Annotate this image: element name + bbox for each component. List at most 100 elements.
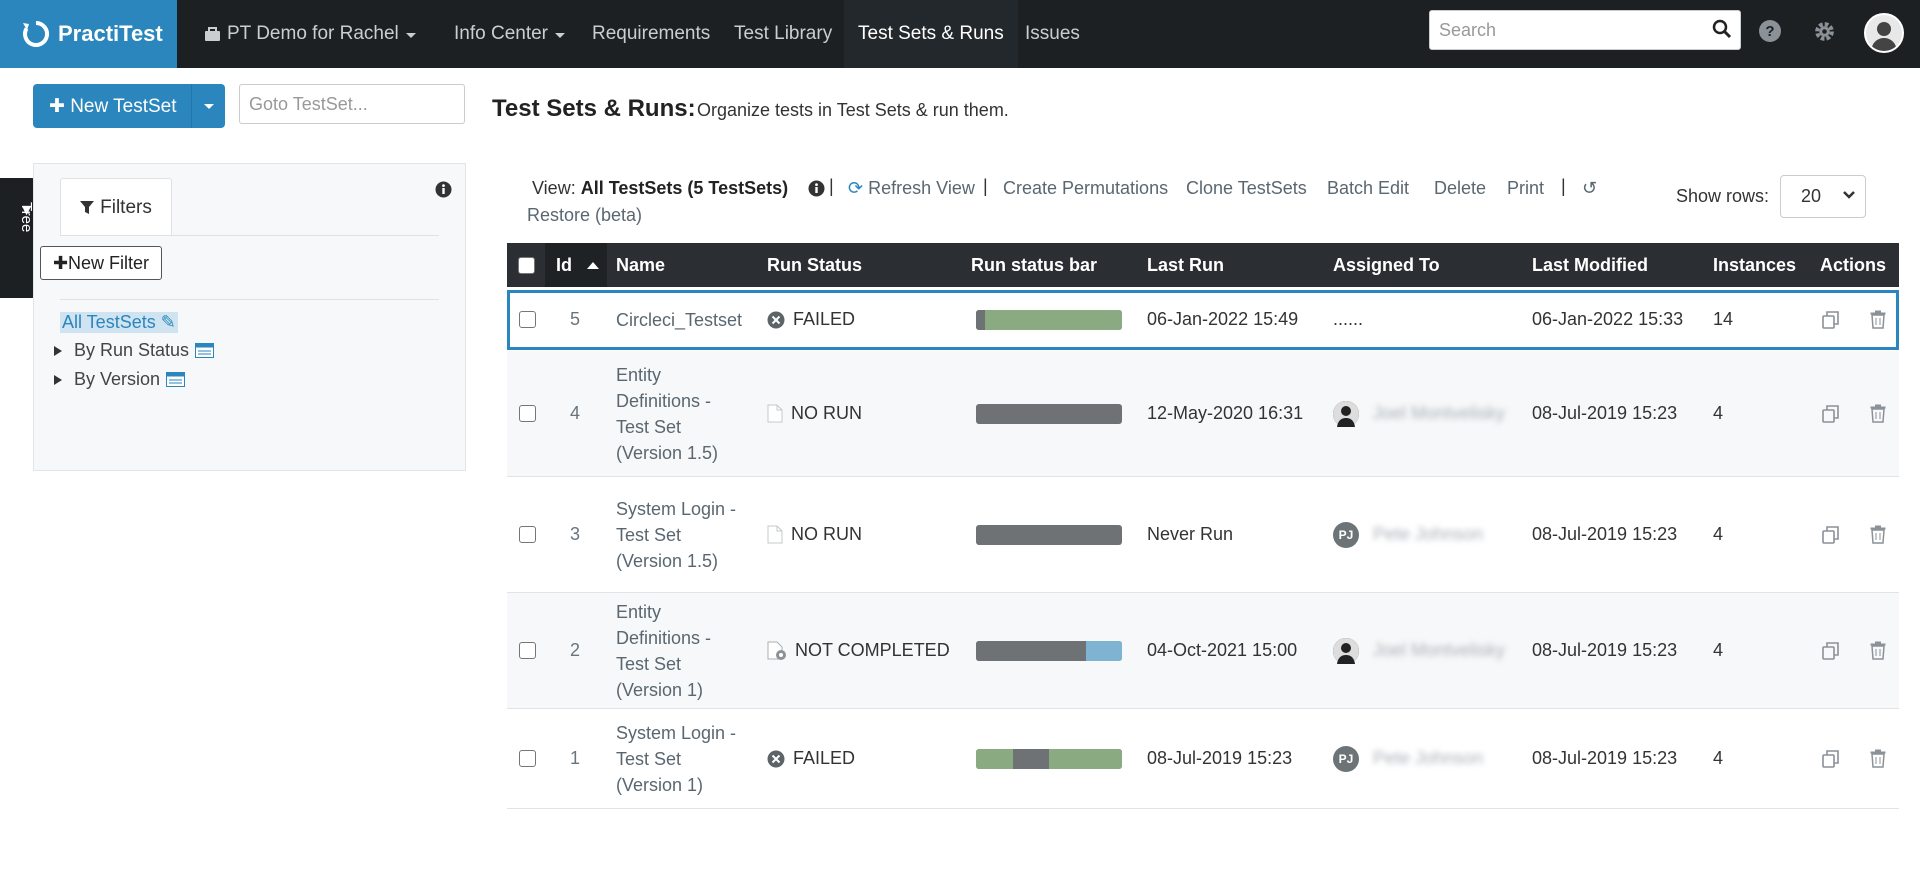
testset-name-link[interactable]: System Login - Test Set (Version 1.5) bbox=[616, 477, 736, 592]
instances-count: 4 bbox=[1713, 524, 1724, 544]
info-icon[interactable] bbox=[808, 180, 825, 197]
clone-icon[interactable] bbox=[1821, 404, 1841, 430]
show-rows-select[interactable]: 20 bbox=[1780, 175, 1866, 218]
undo-icon[interactable]: ↺ bbox=[1582, 178, 1597, 199]
panel-divider bbox=[60, 299, 439, 300]
pencil-icon[interactable]: ✎ bbox=[161, 312, 176, 332]
gear-icon[interactable] bbox=[1812, 19, 1837, 44]
run-status-bar bbox=[976, 477, 1122, 592]
create-permutations-link[interactable]: Create Permutations bbox=[1003, 178, 1168, 199]
assignee-name: ...... bbox=[1333, 309, 1364, 329]
run-status-bar bbox=[976, 351, 1122, 476]
view-name: All TestSets (5 TestSets) bbox=[580, 178, 789, 198]
table-row[interactable]: 3 System Login - Test Set (Version 1.5) NO R… bbox=[507, 477, 1899, 593]
filters-tab-label: Filters bbox=[100, 196, 152, 218]
last-modified: 08-Jul-2019 15:23 bbox=[1532, 640, 1678, 660]
row-checkbox[interactable] bbox=[519, 750, 536, 767]
header-last-run[interactable]: Last Run bbox=[1147, 243, 1224, 287]
new-testset-dropdown[interactable] bbox=[191, 84, 225, 128]
header-run-status-bar[interactable]: Run status bar bbox=[971, 243, 1097, 287]
row-select-cell bbox=[519, 351, 536, 476]
table-row[interactable]: 1 System Login - Test Set (Version 1) FAILED… bbox=[507, 709, 1899, 809]
row-checkbox[interactable] bbox=[519, 405, 536, 422]
page-subtitle: Organize tests in Test Sets & run them. bbox=[697, 100, 1009, 120]
table-row[interactable]: 4 Entity Definitions - Test Set (Version 1.5… bbox=[507, 351, 1899, 477]
top-navbar: PractiTest PT Demo for Rachel Info Cente… bbox=[0, 0, 1920, 68]
project-selector[interactable]: PT Demo for Rachel bbox=[204, 0, 416, 68]
search-icon[interactable] bbox=[1712, 19, 1732, 39]
testset-name-link[interactable]: Circleci_Testset bbox=[616, 290, 742, 349]
name-line: Test Set bbox=[616, 416, 682, 437]
clone-icon[interactable] bbox=[1821, 749, 1841, 775]
help-icon[interactable]: ? bbox=[1758, 19, 1782, 43]
delete-link[interactable]: Delete bbox=[1434, 178, 1486, 199]
name-line: System Login - bbox=[616, 498, 737, 519]
row-select-cell bbox=[519, 477, 536, 592]
status-bar bbox=[976, 748, 1122, 769]
header-instances[interactable]: Instances bbox=[1713, 243, 1796, 287]
trash-icon[interactable] bbox=[1870, 749, 1886, 774]
row-checkbox[interactable] bbox=[519, 642, 536, 659]
filter-all-testsets[interactable]: All TestSets ✎ bbox=[60, 312, 178, 333]
new-testset-main[interactable]: ✚ New TestSet bbox=[33, 95, 191, 118]
filter-node-run-status[interactable]: By Run Status bbox=[54, 340, 215, 361]
page-title: Test Sets & Runs: bbox=[492, 95, 696, 122]
filters-panel: Filters ✚ New Filter All TestSets ✎ By R… bbox=[33, 163, 466, 471]
header-name[interactable]: Name bbox=[616, 243, 665, 287]
info-icon[interactable] bbox=[435, 181, 452, 198]
row-checkbox[interactable] bbox=[519, 311, 536, 328]
expand-arrow-icon[interactable] bbox=[54, 374, 62, 385]
name-line: (Version 1) bbox=[616, 774, 704, 795]
search-input[interactable] bbox=[1430, 11, 1700, 49]
separator: | bbox=[1561, 176, 1566, 196]
nav-requirements[interactable]: Requirements bbox=[592, 0, 710, 68]
assignee-avatar bbox=[1333, 400, 1359, 427]
filters-tab[interactable]: Filters bbox=[60, 178, 172, 236]
trash-icon[interactable] bbox=[1870, 404, 1886, 429]
project-name: PT Demo for Rachel bbox=[227, 23, 399, 44]
refresh-view-link[interactable]: ⟳ Refresh View bbox=[848, 178, 975, 199]
last-run: 06-Jan-2022 15:49 bbox=[1147, 309, 1299, 329]
print-link[interactable]: Print bbox=[1507, 178, 1544, 199]
testset-name-link[interactable]: Entity Definitions - Test Set (Version 1) bbox=[616, 593, 711, 708]
clone-testsets-link[interactable]: Clone TestSets bbox=[1186, 178, 1307, 199]
new-filter-button[interactable]: ✚ New Filter bbox=[40, 246, 162, 280]
table-row[interactable]: 2 Entity Definitions - Test Set (Version 1) N… bbox=[507, 593, 1899, 709]
name-line: Test Set bbox=[616, 653, 682, 674]
name-line: Definitions - bbox=[616, 390, 712, 411]
nav-info-center[interactable]: Info Center bbox=[454, 0, 565, 68]
table-row[interactable]: 5 Circleci_Testset FAILED 06-Jan-2022 15:49… bbox=[507, 290, 1899, 350]
nav-issues[interactable]: Issues bbox=[1025, 0, 1080, 68]
run-status-bar bbox=[976, 709, 1122, 808]
nav-test-library[interactable]: Test Library bbox=[734, 0, 832, 68]
show-rows-label: Show rows: bbox=[1676, 186, 1770, 206]
view-selector[interactable]: View: All TestSets (5 TestSets) bbox=[532, 178, 788, 199]
filter-node-version[interactable]: By Version bbox=[54, 369, 186, 390]
run-status: NOT COMPLETED bbox=[767, 593, 950, 708]
clone-icon[interactable] bbox=[1821, 641, 1841, 667]
testset-name-link[interactable]: System Login - Test Set (Version 1) bbox=[616, 709, 736, 808]
row-checkbox[interactable] bbox=[519, 526, 536, 543]
expand-arrow-icon[interactable] bbox=[54, 345, 62, 356]
filter-tree-toggle[interactable]: ▼ Filter Tree bbox=[0, 178, 52, 298]
header-assigned-to[interactable]: Assigned To bbox=[1333, 243, 1440, 287]
trash-icon[interactable] bbox=[1870, 525, 1886, 550]
clone-icon[interactable] bbox=[1821, 525, 1841, 551]
trash-icon[interactable] bbox=[1870, 641, 1886, 666]
trash-icon[interactable] bbox=[1870, 310, 1886, 335]
goto-testset-input[interactable] bbox=[239, 84, 465, 124]
batch-edit-link[interactable]: Batch Edit bbox=[1327, 178, 1409, 199]
select-all-checkbox[interactable] bbox=[517, 256, 535, 274]
new-testset-button[interactable]: ✚ New TestSet bbox=[33, 84, 225, 128]
testset-name-link[interactable]: Entity Definitions - Test Set (Version 1.5) bbox=[616, 351, 718, 476]
clone-icon[interactable] bbox=[1821, 310, 1841, 336]
restore-beta-link[interactable]: Restore (beta) bbox=[527, 205, 642, 226]
run-status-label: NOT COMPLETED bbox=[795, 640, 950, 660]
nav-test-sets-runs[interactable]: Test Sets & Runs bbox=[844, 0, 1018, 68]
header-last-modified[interactable]: Last Modified bbox=[1532, 243, 1648, 287]
header-run-status[interactable]: Run Status bbox=[767, 243, 862, 287]
row-id: 5 bbox=[570, 309, 581, 329]
header-id[interactable]: Id bbox=[545, 243, 607, 287]
practitest-logo[interactable]: PractiTest bbox=[0, 0, 177, 68]
user-avatar[interactable] bbox=[1864, 13, 1904, 53]
